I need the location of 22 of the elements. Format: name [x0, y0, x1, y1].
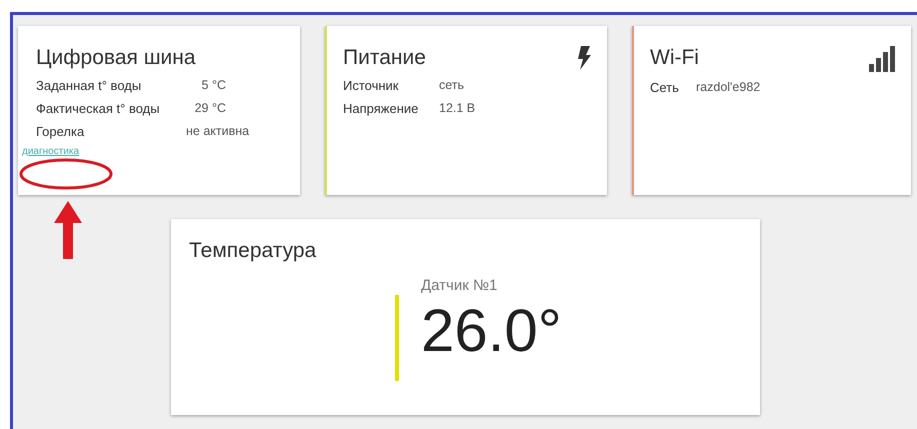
card-title: Цифровая шина: [36, 46, 196, 70]
field-value: razdol'e982: [696, 80, 762, 95]
field-value: 5 °C: [200, 78, 227, 93]
field-label: Фактическая t° воды: [36, 101, 161, 116]
lightning-bolt-icon: [577, 46, 591, 70]
field-label: Источник: [343, 78, 400, 93]
diagnostics-link[interactable]: диагностика: [22, 146, 80, 157]
card-title: Температура: [189, 239, 318, 263]
field-value: 29 °C: [194, 101, 227, 116]
card-title: Wi-Fi: [650, 46, 699, 70]
field-label: Сеть: [650, 80, 680, 95]
field-value: сеть: [439, 78, 466, 93]
sensor-name: Датчик №1: [421, 277, 498, 294]
field-label: Горелка: [36, 124, 86, 139]
card-title: Питание: [343, 46, 426, 70]
temperature-reading: 26.0°: [421, 298, 562, 364]
field-value: 12.1 В: [439, 101, 476, 116]
field-value: не активна: [186, 124, 250, 139]
field-label: Напряжение: [343, 101, 420, 116]
arrow-icon: [54, 201, 82, 259]
field-label: Заданная t° воды: [36, 78, 142, 93]
signal-strength-icon: [869, 46, 895, 72]
